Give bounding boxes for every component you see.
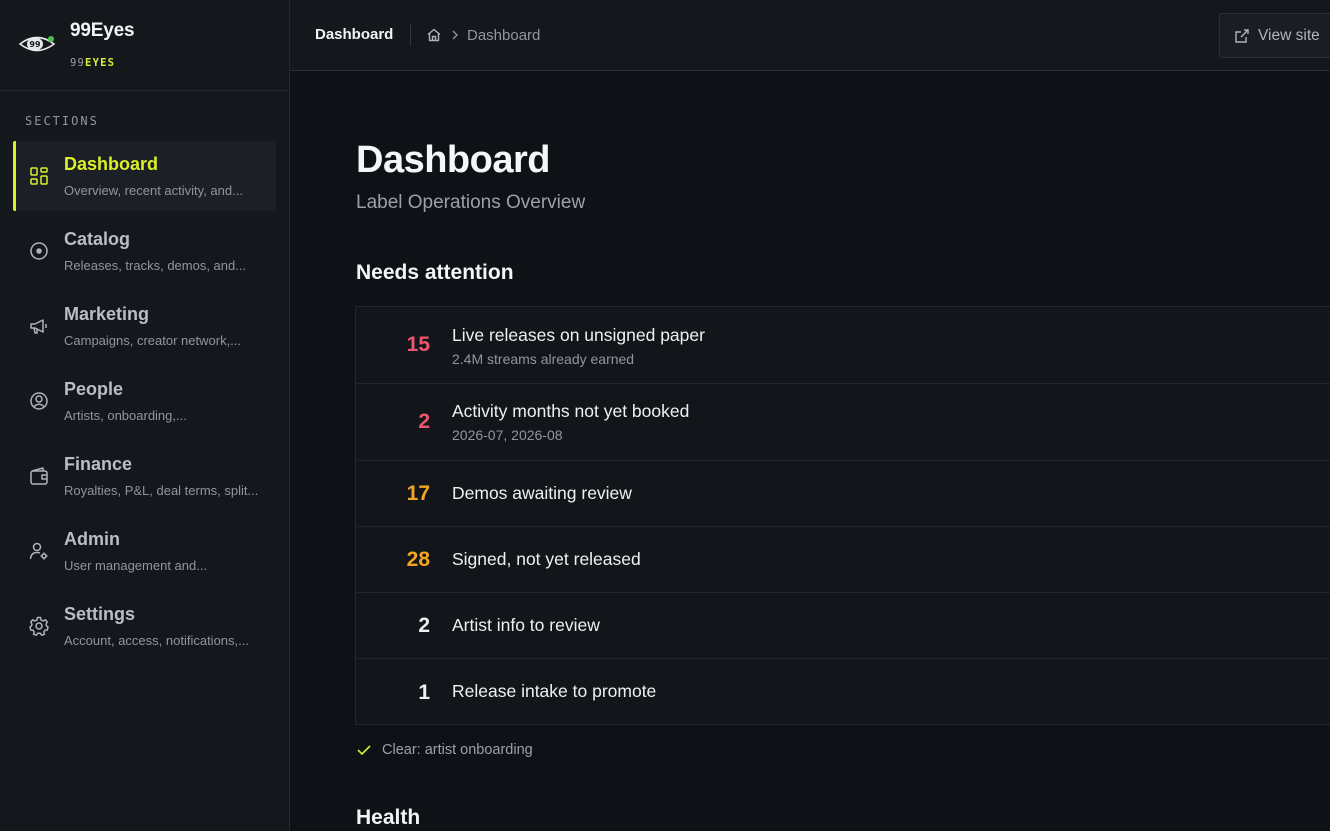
sidebar-item-finance[interactable]: Finance Royalties, P&L, deal terms, spli… [13, 441, 276, 511]
attention-item-artist-info[interactable]: 2 Artist info to review [356, 593, 1330, 659]
needs-attention-list: 15 Live releases on unsigned paper 2.4M … [355, 306, 1330, 725]
breadcrumb-current: Dashboard [467, 27, 541, 44]
check-icon [357, 745, 371, 756]
attention-item-release-intake[interactable]: 1 Release intake to promote [356, 659, 1330, 725]
sidebar: 99 99Eyes 99EYES SECTIONS Dashboard Over… [0, 0, 290, 831]
attention-item-demos[interactable]: 17 Demos awaiting review [356, 461, 1330, 527]
sidebar-item-title: Finance [64, 454, 133, 474]
sidebar-item-catalog[interactable]: Catalog Releases, tracks, demos, and... [13, 216, 276, 286]
sidebar-item-desc: User management and... [64, 558, 208, 573]
attention-sublabel: 2.4M streams already earned [452, 351, 635, 367]
sidebar-item-people[interactable]: People Artists, onboarding,... [13, 366, 276, 436]
attention-label: Signed, not yet released [452, 549, 641, 569]
attention-label: Artist info to review [452, 615, 600, 635]
attention-item-signed-unreleased[interactable]: 28 Signed, not yet released [356, 527, 1330, 593]
main-content: Dashboard Label Operations Overview Need… [290, 71, 1330, 831]
sidebar-item-dashboard[interactable]: Dashboard Overview, recent activity, and… [13, 141, 276, 211]
attention-count: 2 [418, 410, 430, 433]
attention-count: 17 [406, 482, 430, 505]
attention-count: 28 [406, 548, 430, 571]
brand-logo-text: 99 [29, 40, 41, 49]
attention-count: 2 [418, 614, 430, 637]
health-heading: Health [356, 806, 421, 829]
clear-status-text: Clear: artist onboarding [382, 742, 533, 758]
sidebar-item-desc: Account, access, notifications,... [64, 633, 249, 648]
sidebar-item-desc: Artists, onboarding,... [64, 408, 187, 423]
sidebar-item-title: Admin [64, 529, 120, 549]
brand-header: 99 99Eyes 99EYES [0, 0, 289, 91]
sidebar-item-desc: Overview, recent activity, and... [64, 183, 243, 198]
sidebar-item-desc: Releases, tracks, demos, and... [64, 258, 247, 273]
sidebar-item-desc: Royalties, P&L, deal terms, split... [64, 483, 259, 498]
attention-item-unsigned-releases[interactable]: 15 Live releases on unsigned paper 2.4M … [356, 307, 1330, 384]
attention-label: Live releases on unsigned paper [452, 325, 705, 345]
attention-sublabel: 2026-07, 2026-08 [452, 427, 563, 443]
brand-logo-eye-icon: 99 [18, 36, 56, 52]
view-site-label: View site [1258, 27, 1320, 44]
user-circle-icon [30, 392, 48, 410]
gear-icon [29, 616, 49, 636]
sidebar-item-title: Marketing [64, 304, 150, 324]
attention-label: Demos awaiting review [452, 483, 632, 503]
sidebar-item-desc: Campaigns, creator network,... [64, 333, 242, 348]
user-gear-icon [29, 542, 48, 560]
disc-icon [30, 242, 48, 260]
page-title: Dashboard [356, 139, 550, 181]
attention-count: 15 [406, 333, 430, 356]
topbar-divider [410, 24, 411, 46]
sidebar-item-marketing[interactable]: Marketing Campaigns, creator network,... [13, 291, 276, 361]
sidebar-item-title: Dashboard [64, 154, 159, 174]
home-icon[interactable] [426, 27, 442, 43]
brand-subtitle: 99EYES [70, 57, 115, 69]
needs-attention-heading: Needs attention [356, 261, 514, 284]
sidebar-item-title: Catalog [64, 229, 131, 249]
megaphone-icon [30, 319, 47, 334]
sidebar-item-title: People [64, 379, 124, 399]
dashboard-grid-icon [30, 167, 48, 185]
view-site-button[interactable]: View site [1219, 13, 1330, 58]
attention-item-activity-months[interactable]: 2 Activity months not yet booked 2026-07… [356, 384, 1330, 461]
attention-count: 1 [418, 681, 430, 704]
brand-name: 99Eyes [70, 20, 135, 41]
external-link-icon [1235, 29, 1249, 43]
app-root: 99 99Eyes 99EYES SECTIONS Dashboard Over… [0, 0, 1330, 831]
wallet-icon [30, 467, 48, 485]
page-subtitle: Label Operations Overview [356, 192, 586, 213]
sidebar-item-admin[interactable]: Admin User management and... [13, 516, 276, 586]
sidebar-nav: Dashboard Overview, recent activity, and… [13, 141, 276, 666]
sections-label: SECTIONS [25, 114, 99, 128]
sidebar-item-settings[interactable]: Settings Account, access, notifications,… [13, 591, 276, 661]
chevron-right-icon [452, 30, 458, 40]
sidebar-item-title: Settings [64, 604, 136, 624]
brand-sub-highlight: EYES [85, 57, 116, 69]
topbar-title: Dashboard [315, 26, 394, 43]
topbar: Dashboard Dashboard View site [290, 0, 1330, 71]
brand-sub-prefix: 99 [70, 57, 86, 69]
attention-label: Activity months not yet booked [452, 401, 690, 421]
attention-label: Release intake to promote [452, 681, 657, 701]
